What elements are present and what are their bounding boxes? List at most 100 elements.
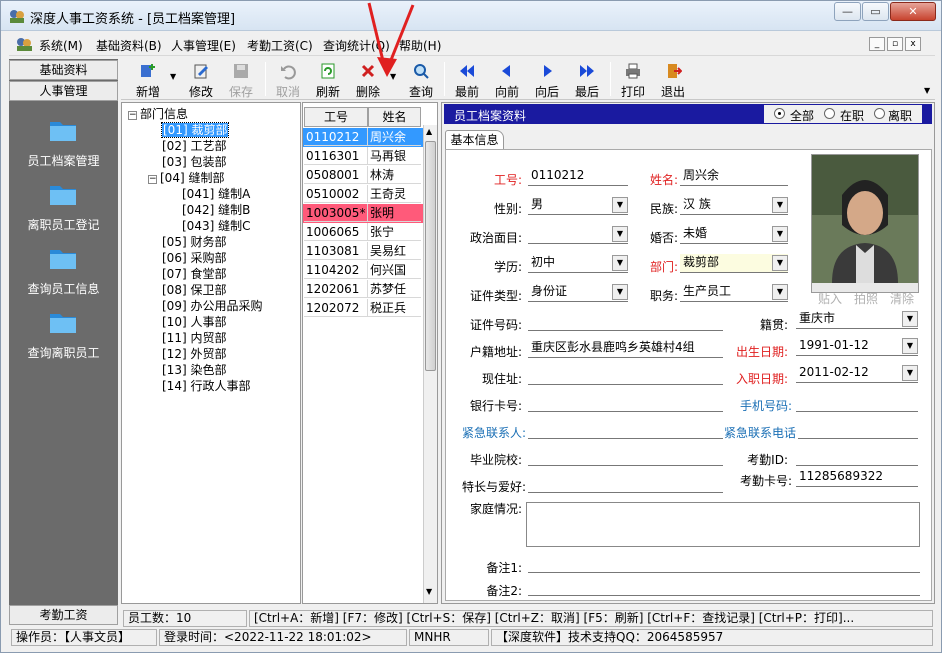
scroll-up-icon[interactable]: ▲ [426,127,432,136]
current-address-field[interactable] [528,366,723,385]
note1-field[interactable] [528,554,920,573]
table-row[interactable]: 1104202 何兴国 [303,261,423,280]
menu-system[interactable]: 系统(M) [39,37,83,54]
edit-button[interactable]: 修改 [182,60,220,100]
mdi-close-button[interactable]: x [905,37,921,51]
nav-item-employee-file[interactable]: 员工档案管理 [9,152,118,169]
table-row[interactable]: 1202072 税正兵 [303,299,423,318]
employee-name-field[interactable]: 周兴余 [680,167,788,186]
mobile-field[interactable] [796,393,918,412]
politics-select[interactable]: ▼ [528,225,628,244]
table-row[interactable]: 0510002 王奇灵 [303,185,423,204]
tree-node[interactable]: [043] 缝制C [182,217,250,234]
clear-photo-button[interactable]: 清除 [890,290,914,307]
school-field[interactable] [528,447,723,466]
tree-node[interactable]: [13] 染色部 [162,361,226,378]
new-dropdown-icon[interactable]: ▼ [170,72,176,81]
filter-active-radio[interactable] [824,108,835,119]
menu-hr[interactable]: 人事管理(E) [171,37,236,54]
mdi-minimize-button[interactable]: _ [869,37,885,51]
tree-node[interactable]: [09] 办公用品采购 [162,297,262,314]
tab-basic-info[interactable]: 基本信息 [445,130,504,150]
tree-node[interactable]: [07] 食堂部 [162,265,226,282]
tree-node[interactable]: [11] 内贸部 [162,329,226,346]
filter-left-radio[interactable] [874,108,885,119]
tree-node[interactable]: [042] 缝制B [182,201,250,218]
id-number-field[interactable] [528,312,723,331]
married-select[interactable]: 未婚 ▼ [680,225,788,244]
position-select[interactable]: 生产员工 ▼ [680,283,788,302]
exit-button[interactable]: 退出 [654,60,692,100]
tree-node[interactable]: [12] 外贸部 [162,345,226,362]
hire-date-picker[interactable]: 2011-02-12 ▼ [796,364,918,383]
attendance-id-field[interactable] [796,447,918,466]
table-row[interactable]: 1202061 苏梦任 [303,280,423,299]
column-header-name[interactable]: 姓名 [368,107,421,127]
mdi-restore-button[interactable]: ▫ [887,37,903,51]
nav-item-query-resigned[interactable]: 查询离职员工 [9,344,118,361]
tree-node[interactable]: [01] 裁剪部 [160,121,230,138]
grid-scrollbar[interactable]: ▲ ▼ [423,125,437,603]
table-row[interactable]: 1003005* 张明 [303,204,423,223]
idtype-select[interactable]: 身份证 ▼ [528,283,628,302]
department-select[interactable]: 裁剪部 ▼ [680,254,788,273]
nav-tab-attendance[interactable]: 考勤工资 [9,605,118,625]
nav-item-resignation[interactable]: 离职员工登记 [9,216,118,233]
nav-tab-basic[interactable]: 基础资料 [9,60,118,80]
education-select[interactable]: 初中 ▼ [528,254,628,273]
family-textarea[interactable] [526,502,920,547]
origin-select[interactable]: 重庆市 ▼ [796,310,918,329]
birth-date-picker[interactable]: 1991-01-12 ▼ [796,337,918,356]
next-record-button[interactable]: 向后 [528,60,566,100]
new-button[interactable]: 新增 [129,60,167,100]
department-tree[interactable]: − 部门信息 [01] 裁剪部 [02] 工艺部 [03] 包装部 − [04] 缝… [121,102,301,604]
scroll-down-icon[interactable]: ▼ [426,587,432,596]
tree-node[interactable]: [03] 包装部 [162,153,226,170]
last-record-button[interactable]: 最后 [568,60,606,100]
scroll-thumb[interactable] [425,141,436,371]
table-row[interactable]: 1103081 吴易红 [303,242,423,261]
nav-tab-hr[interactable]: 人事管理 [9,81,118,101]
hobby-field[interactable] [528,474,723,493]
attendance-card-field[interactable]: 11285689322 [796,468,918,487]
table-row[interactable]: 0508001 林涛 [303,166,423,185]
employee-grid[interactable]: 工号 姓名 0110212 周兴余 0116301 马再银 0508001 林涛 05… [302,102,438,604]
paste-photo-button[interactable]: 贴入 [818,290,842,307]
bank-card-field[interactable] [528,393,723,412]
print-button[interactable]: 打印 [614,60,652,100]
filter-all-radio[interactable] [774,108,785,119]
address-field[interactable]: 重庆区彭水县鹿鸣乡英雄村4组 [528,339,723,358]
toolbar-overflow-icon[interactable]: ▼ [924,86,930,95]
emergency-contact-field[interactable] [528,420,723,439]
tree-node[interactable]: [041] 缝制A [182,185,250,202]
tree-node[interactable]: [10] 人事部 [162,313,226,330]
first-record-button[interactable]: 最前 [448,60,486,100]
tree-node[interactable]: [14] 行政人事部 [162,377,250,394]
nav-item-query-employee[interactable]: 查询员工信息 [9,280,118,297]
cancel-button[interactable]: 取消 [269,60,307,100]
menu-attendance[interactable]: 考勤工资(C) [247,37,313,54]
table-row[interactable]: 0116301 马再银 [303,147,423,166]
prev-record-button[interactable]: 向前 [488,60,526,100]
save-button[interactable]: 保存 [222,60,260,100]
tree-node[interactable]: [06] 采购部 [162,249,226,266]
menu-basic[interactable]: 基础资料(B) [96,37,162,54]
tree-node[interactable]: [05] 财务部 [162,233,226,250]
gender-select[interactable]: 男 ▼ [528,196,628,215]
minimize-button[interactable]: — [834,2,861,21]
emergency-phone-field[interactable] [798,420,918,439]
employee-id-field[interactable]: 0110212 [528,167,628,186]
tree-node[interactable]: [02] 工艺部 [162,137,226,154]
table-row[interactable]: 0110212 周兴余 [303,128,423,147]
tree-node[interactable]: [08] 保卫部 [162,281,226,298]
maximize-button[interactable]: ▭ [862,2,889,21]
ethnicity-select[interactable]: 汉 族 ▼ [680,196,788,215]
tree-root[interactable]: − 部门信息 [128,105,188,122]
close-button[interactable]: ✕ [890,2,936,21]
note2-field[interactable] [528,577,920,596]
table-row[interactable]: 1006065 张宁 [303,223,423,242]
column-header-id[interactable]: 工号 [304,107,368,127]
tree-node[interactable]: − [04] 缝制部 [148,169,224,186]
take-photo-button[interactable]: 拍照 [854,290,878,307]
refresh-button[interactable]: 刷新 [309,60,347,100]
